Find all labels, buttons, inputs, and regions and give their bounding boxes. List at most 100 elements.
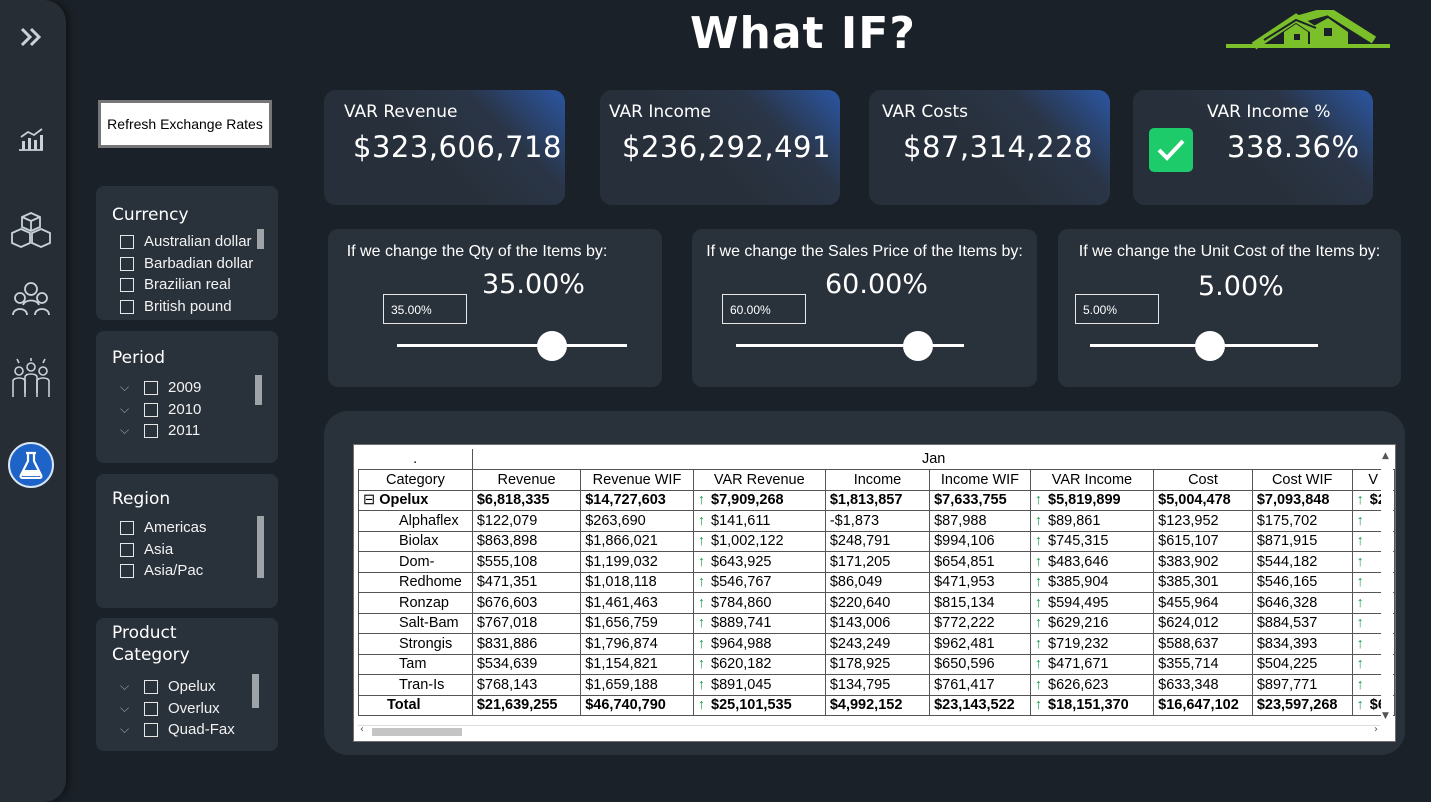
table-row[interactable]: Tam $534,639 $1,154,821 ↑ $620,182 $178,925 $6…: [358, 653, 1395, 675]
table-row[interactable]: Ronzap $676,603 $1,461,463 ↑ $784,860 $220,64…: [358, 592, 1395, 614]
slicer-option[interactable]: British pound: [120, 298, 232, 315]
table-row[interactable]: ⊟ Opelux $6,818,335 $14,727,603 ↑ $7,909,268…: [358, 489, 1395, 511]
price-slider-handle[interactable]: [903, 331, 934, 361]
checkbox[interactable]: [120, 256, 134, 271]
checkbox[interactable]: [120, 520, 134, 535]
column-header[interactable]: Revenue WIF: [580, 469, 694, 491]
slicer-option[interactable]: ⌵ Quad-Fax: [120, 721, 235, 738]
checkbox[interactable]: [144, 679, 158, 694]
matrix-cell: ↑ $89,861: [1029, 510, 1155, 532]
column-header[interactable]: VAR Income: [1029, 469, 1155, 491]
checkbox[interactable]: [120, 563, 134, 578]
matrix-cell: $123,952: [1153, 510, 1253, 532]
slicer-option[interactable]: Australian dollar: [120, 233, 252, 250]
checkbox[interactable]: [144, 423, 158, 438]
table-row[interactable]: Strongis $831,886 $1,796,874 ↑ $964,988 $243,…: [358, 633, 1395, 655]
collapse-icon[interactable]: ⊟: [363, 492, 379, 508]
checkbox[interactable]: [144, 722, 158, 737]
slicer-option[interactable]: ⌵ Overlux: [120, 700, 220, 717]
scrollbar[interactable]: [257, 229, 264, 249]
column-header[interactable]: Category: [358, 469, 473, 491]
checkbox[interactable]: [120, 234, 134, 249]
slicer-option[interactable]: Brazilian real: [120, 276, 231, 293]
chevron-down-icon[interactable]: ⌵: [120, 701, 134, 716]
slicer-option[interactable]: Barbadian dollar: [120, 255, 253, 272]
matrix-cell: ↑ $7,909,268: [692, 489, 826, 511]
chevron-down-icon[interactable]: ⌵: [120, 380, 134, 395]
chevron-down-icon[interactable]: ⌵: [120, 722, 134, 737]
scroll-left-icon[interactable]: ‹: [360, 724, 364, 735]
table-row[interactable]: Redhome $471,351 $1,018,118 ↑ $546,767 $86,04…: [358, 571, 1395, 593]
slicer-option[interactable]: Asia: [120, 541, 173, 558]
column-header[interactable]: Revenue: [471, 469, 582, 491]
checkbox[interactable]: [144, 380, 158, 395]
table-row[interactable]: Tran-Is $768,143 $1,659,188 ↑ $891,045 $134,7…: [358, 674, 1395, 696]
column-header[interactable]: Income WIF: [929, 469, 1031, 491]
matrix-cell: $871,915: [1251, 530, 1353, 552]
chart-growth-icon[interactable]: [8, 116, 54, 162]
row-header: Ronzap: [358, 592, 473, 614]
scrollbar[interactable]: [257, 516, 264, 578]
table-row[interactable]: Biolax $863,898 $1,866,021 ↑ $1,002,122 $248,…: [358, 530, 1395, 552]
qty-slider-track[interactable]: [397, 344, 627, 347]
horizontal-scrollbar[interactable]: ‹ ›: [358, 724, 1380, 737]
matrix-cell: ↑ $141,611: [692, 510, 826, 532]
kpi-value: $236,292,491: [622, 130, 831, 164]
slicer-header: Product Category: [112, 623, 190, 665]
kpi-card-var-income-pct: VAR Income % 338.36%: [1133, 90, 1373, 205]
people-group-icon[interactable]: [8, 356, 54, 402]
column-header[interactable]: Cost: [1153, 469, 1253, 491]
team-icon[interactable]: [8, 276, 54, 322]
checkbox[interactable]: [120, 299, 134, 314]
matrix-cell: $175,702: [1251, 510, 1353, 532]
slicer-option[interactable]: ⌵ 2011: [120, 422, 200, 439]
matrix-cell: $1,866,021: [580, 530, 694, 552]
cost-slider-handle[interactable]: [1194, 331, 1225, 361]
price-change-input[interactable]: 60.00%: [722, 294, 806, 324]
slicer-option[interactable]: ⌵ 2009: [120, 379, 201, 396]
matrix-cell: $646,328: [1251, 592, 1353, 614]
chevron-down-icon[interactable]: ⌵: [120, 423, 134, 438]
qty-slider-handle[interactable]: [537, 331, 568, 361]
vertical-scrollbar[interactable]: ▲ ▼: [1381, 451, 1393, 721]
chevron-down-icon[interactable]: ⌵: [120, 679, 134, 694]
slicer-option[interactable]: Asia/Pac: [120, 562, 203, 579]
checkbox[interactable]: [120, 277, 134, 292]
matrix-cell: ↑ $891,045: [692, 674, 826, 696]
arrow-up-icon: ↑: [697, 676, 705, 693]
kpi-label: VAR Revenue: [344, 102, 458, 122]
qty-change-input[interactable]: 35.00%: [383, 294, 467, 324]
slicer-option[interactable]: Americas: [120, 519, 207, 536]
matrix-cell: $134,795: [824, 674, 931, 696]
boxes-icon[interactable]: [8, 206, 54, 252]
lab-flask-icon[interactable]: [8, 442, 54, 488]
column-header[interactable]: VAR Revenue: [692, 469, 826, 491]
slicer-option[interactable]: ⌵ 2010: [120, 401, 201, 418]
scrollbar[interactable]: [255, 375, 262, 405]
checkbox[interactable]: [144, 701, 158, 716]
matrix-cell: ↑ $1,002,122: [692, 530, 826, 552]
expand-chevrons-icon[interactable]: [8, 14, 54, 60]
whatif-value-display: 5.00%: [1198, 271, 1284, 302]
matrix-cell: $455,964: [1153, 592, 1253, 614]
arrow-up-icon: ↑: [1034, 512, 1043, 529]
cost-change-input[interactable]: 5.00%: [1075, 294, 1159, 324]
scroll-thumb[interactable]: [372, 728, 462, 736]
table-row[interactable]: Dom- $555,108 $1,199,032 ↑ $643,925 $171,205 $…: [358, 551, 1395, 573]
column-header[interactable]: Income: [824, 469, 931, 491]
table-row[interactable]: Salt-Bam $767,018 $1,656,759 ↑ $889,741 $143,…: [358, 612, 1395, 634]
scroll-up-icon[interactable]: ▲: [1382, 451, 1389, 461]
table-row[interactable]: Alphaflex $122,079 $263,690 ↑ $141,611 -$1,87…: [358, 510, 1395, 532]
slicer-option[interactable]: ⌵ Opelux: [120, 678, 216, 695]
scroll-down-icon[interactable]: ▼: [1382, 711, 1389, 721]
arrow-up-icon: ↑: [1034, 553, 1043, 570]
row-header[interactable]: ⊟ Opelux: [358, 489, 473, 511]
matrix-cell: $884,537: [1251, 612, 1353, 634]
column-header[interactable]: Cost WIF: [1251, 469, 1353, 491]
scrollbar[interactable]: [252, 674, 259, 708]
checkbox[interactable]: [120, 542, 134, 557]
scroll-right-icon[interactable]: ›: [1374, 724, 1378, 735]
chevron-down-icon[interactable]: ⌵: [120, 402, 134, 417]
checkbox[interactable]: [144, 402, 158, 417]
refresh-exchange-rates-button[interactable]: Refresh Exchange Rates: [98, 100, 272, 148]
